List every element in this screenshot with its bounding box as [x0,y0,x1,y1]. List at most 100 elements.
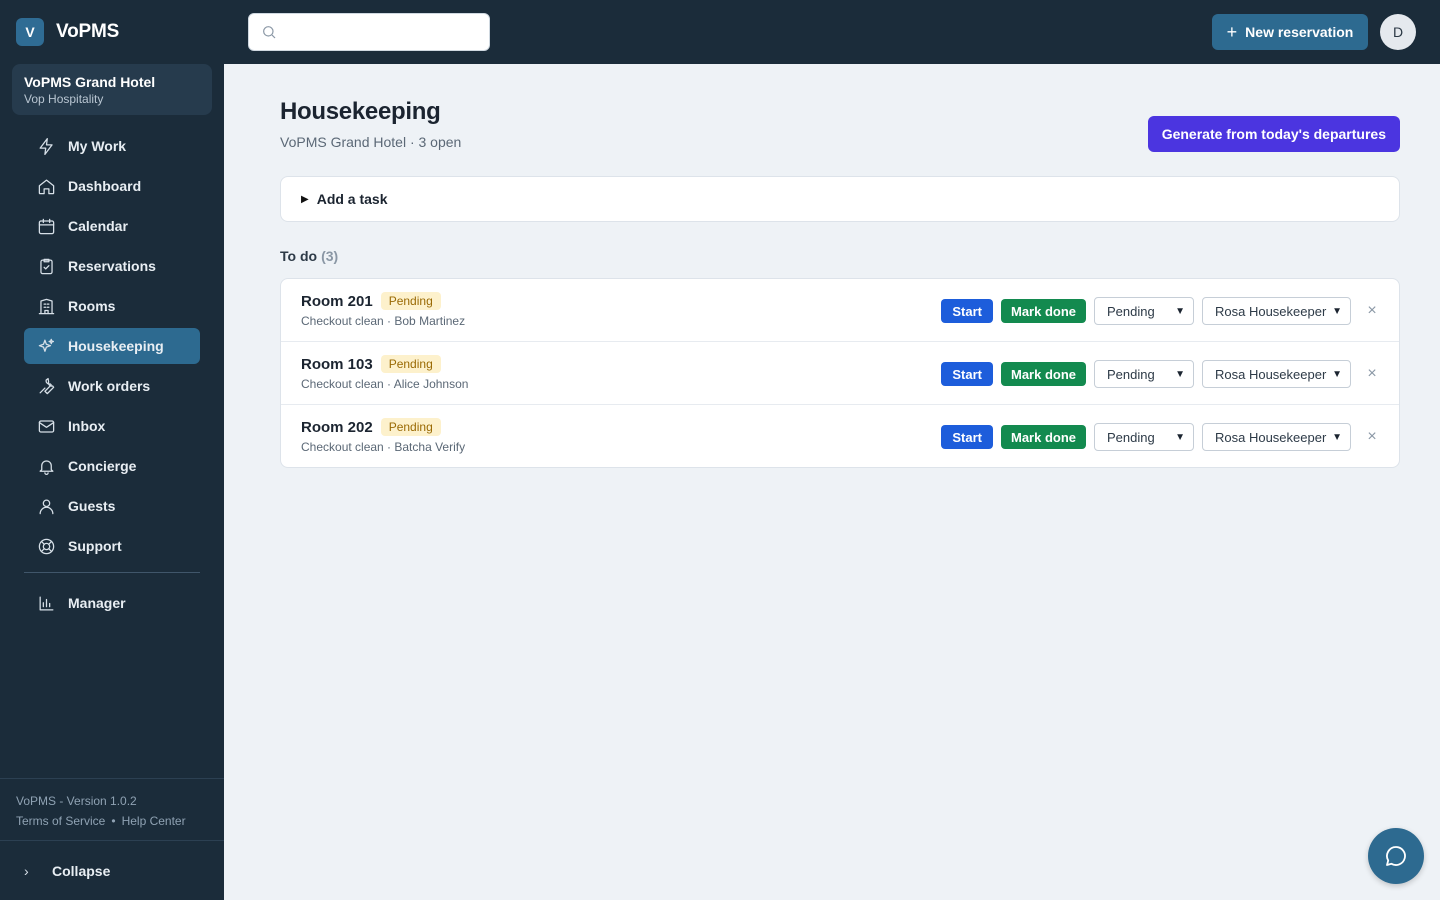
status-badge: Pending [380,292,441,310]
sidebar-item-label: Inbox [68,418,106,434]
new-reservation-button[interactable]: + New reservation [1212,14,1368,50]
status-badge: Pending [380,418,441,436]
sidebar-item-guests[interactable]: Guests [24,488,200,524]
sidebar-item-support[interactable]: Support [24,528,200,564]
assignee-select[interactable]: Rosa Housekeeper ▼ [1202,360,1351,388]
terms-link[interactable]: Terms of Service [16,814,105,828]
chat-button[interactable] [1368,828,1424,884]
room-number: Room 201 [301,292,373,310]
sidebar-nav: My Work Dashboard Calendar Reservations … [24,128,200,625]
hotel-name: VoPMS Grand Hotel [24,74,156,90]
home-icon [36,176,56,196]
sidebar-item-calendar[interactable]: Calendar [24,208,200,244]
chevron-down-icon: ▼ [1175,305,1185,317]
generate-departures-button[interactable]: Generate from today's departures [1147,116,1400,152]
task-row: Room 201 Pending Checkout clean · Bob Ma… [281,279,1399,342]
calendar-icon [36,216,56,236]
close-icon[interactable]: × [1365,365,1379,382]
sidebar-item-concierge[interactable]: Concierge [24,448,200,484]
bell-icon [36,456,56,476]
task-description: Checkout clean · Batcha Verify [301,440,466,454]
wrench-icon [36,376,56,396]
sidebar-item-label: Work orders [68,378,151,394]
sidebar-item-reservations[interactable]: Reservations [24,248,200,284]
sparkles-icon [36,336,56,356]
sidebar-footer: VoPMS - Version 1.0.2 Terms of Service • H… [0,778,224,840]
sidebar-item-label: Guests [68,498,116,514]
task-actions: Start Mark done Pending ▼ Rosa Housekeepe… [941,360,1379,388]
add-task-label: Add a task [316,191,388,207]
chevron-down-icon: ▼ [1332,368,1342,380]
start-button[interactable]: Start [941,425,993,449]
room-number: Room 202 [301,418,373,436]
sidebar-item-manager[interactable]: Manager [24,585,200,621]
assignee-select[interactable]: Rosa Housekeeper ▼ [1202,297,1351,325]
task-description: Checkout clean · Bob Martinez [301,314,466,328]
chat-bubble-icon [1386,846,1406,866]
sidebar-item-label: Support [68,538,122,554]
mark-done-button[interactable]: Mark done [1000,425,1086,449]
page-title: Housekeeping [280,98,441,125]
hotel-switcher[interactable]: VoPMS Grand Hotel Vop Hospitality [12,64,212,115]
chevron-down-icon: ▼ [1332,305,1342,317]
status-select[interactable]: Pending ▼ [1094,423,1194,451]
task-list: Room 201 Pending Checkout clean · Bob Ma… [280,278,1400,468]
task-row: Room 103 Pending Checkout clean · Alice … [281,342,1399,405]
start-button[interactable]: Start [941,362,993,386]
avatar[interactable]: D [1380,14,1416,50]
status-select-value: Pending [1107,429,1155,445]
help-center-link[interactable]: Help Center [122,814,186,828]
search-icon [263,26,276,39]
footer-separator: • [111,814,116,828]
bolt-icon [36,136,56,156]
close-icon[interactable]: × [1365,302,1379,319]
sidebar-item-housekeeping[interactable]: Housekeeping [24,328,200,364]
sidebar-item-label: My Work [68,138,127,154]
search-input[interactable] [285,24,485,40]
mail-icon [36,416,56,436]
section-title: To do (3) [280,248,338,264]
task-row: Room 202 Pending Checkout clean · Batcha… [281,405,1399,467]
status-select-value: Pending [1107,366,1155,382]
sidebar-divider [24,572,200,573]
task-actions: Start Mark done Pending ▼ Rosa Housekeepe… [941,297,1379,325]
room-number: Room 103 [301,355,373,373]
mark-done-button[interactable]: Mark done [1000,362,1086,386]
sidebar: V VoPMS VoPMS Grand Hotel Vop Hospitalit… [0,0,224,900]
search-box[interactable] [248,13,490,51]
assignee-select[interactable]: Rosa Housekeeper ▼ [1202,423,1351,451]
brand-logo: V [16,18,44,46]
status-select[interactable]: Pending ▼ [1094,297,1194,325]
collapse-button[interactable]: › Collapse [0,840,224,900]
status-badge: Pending [380,355,441,373]
sidebar-item-inbox[interactable]: Inbox [24,408,200,444]
mark-done-button[interactable]: Mark done [1000,299,1086,323]
sidebar-item-dashboard[interactable]: Dashboard [24,168,200,204]
assignee-select-value: Rosa Housekeeper [1215,429,1327,445]
sidebar-item-label: Manager [68,595,126,611]
topbar: + New reservation D [224,0,1440,64]
clipboard-check-icon [36,256,56,276]
task-description: Checkout clean · Alice Johnson [301,377,469,391]
task-actions: Start Mark done Pending ▼ Rosa Housekeepe… [941,423,1379,451]
collapse-label: Collapse [52,862,111,879]
new-reservation-label: New reservation [1245,24,1354,40]
start-button[interactable]: Start [941,299,993,323]
footer-links: Terms of Service • Help Center [16,811,208,831]
sidebar-item-label: Reservations [68,258,156,274]
close-icon[interactable]: × [1365,428,1379,445]
section-count: (3) [321,248,339,264]
sidebar-item-label: Calendar [68,218,128,234]
add-task-toggle[interactable]: ▶ Add a task [280,176,1400,222]
sidebar-item-my-work[interactable]: My Work [24,128,200,164]
brand[interactable]: V VoPMS [0,0,224,64]
task-room: Room 201 Pending [301,292,441,310]
chevron-down-icon: ▼ [1175,431,1185,443]
sidebar-item-rooms[interactable]: Rooms [24,288,200,324]
sidebar-item-work-orders[interactable]: Work orders [24,368,200,404]
chevron-down-icon: ▼ [1332,431,1342,443]
chevron-right-icon: › [24,862,29,879]
section-title-text: To do [280,248,318,264]
status-select[interactable]: Pending ▼ [1094,360,1194,388]
sidebar-item-label: Concierge [68,458,137,474]
